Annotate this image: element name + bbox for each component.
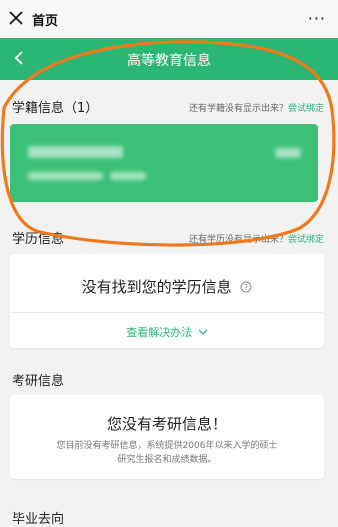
xueli-bind-link[interactable]: 尝试绑定 (288, 235, 324, 245)
top-bar-title: 首页 (32, 14, 59, 29)
chevron-down-icon (198, 329, 208, 335)
card-divider (10, 312, 324, 313)
kaoyan-empty-card: 您没有考研信息！ 您目前没有考研信息，系统提供2006年以来入学的硕士 研究生报… (10, 395, 324, 479)
xueli-bind-hint: 还有学历没有显示出来？尝试绑定 (189, 232, 324, 245)
xueji-record-card[interactable] (10, 124, 318, 202)
help-icon[interactable]: ? (240, 281, 252, 293)
svg-text:?: ? (244, 283, 248, 292)
solution-link[interactable]: 查看解决办法 (126, 326, 192, 339)
blurred-name (28, 146, 123, 158)
kaoyan-body-line-2: 研究生报名和成绩数据。 (117, 455, 217, 465)
xueji-bind-link[interactable]: 尝试绑定 (288, 104, 324, 114)
blurred-detail-2 (110, 172, 146, 180)
xueli-empty-title-row: 没有找到您的学历信息 ? (10, 276, 324, 297)
section-title-kaoyan: 考研信息 (12, 374, 65, 389)
xueli-empty-card: 没有找到您的学历信息 ? 查看解决办法 (10, 254, 324, 348)
blurred-detail-1 (28, 172, 103, 180)
blurred-badge (275, 148, 301, 158)
section-title-xueji: 学籍信息（1） (12, 101, 99, 116)
section-title-xueli: 学历信息 (12, 232, 65, 247)
section-title-graduation: 毕业去向 (12, 512, 65, 527)
close-icon[interactable] (8, 10, 24, 26)
xueji-bind-hint: 还有学籍没有显示出来？尝试绑定 (189, 101, 324, 114)
solution-link-row[interactable]: 查看解决办法 (10, 324, 324, 340)
page-title: 高等教育信息 (127, 53, 211, 69)
kaoyan-body-line-1: 您目前没有考研信息，系统提供2006年以来入学的硕士 (56, 441, 278, 451)
xueli-hint-text: 还有学历没有显示出来？ (188, 235, 288, 245)
top-bar: 首页 ··· (0, 0, 338, 38)
xueli-empty-title: 没有找到您的学历信息 (81, 278, 232, 296)
page-header: 高等教育信息 (0, 38, 338, 80)
kaoyan-empty-title: 您没有考研信息！ (106, 415, 227, 433)
xueji-hint-text: 还有学籍没有显示出来？ (188, 104, 288, 114)
more-icon[interactable]: ··· (308, 9, 326, 28)
